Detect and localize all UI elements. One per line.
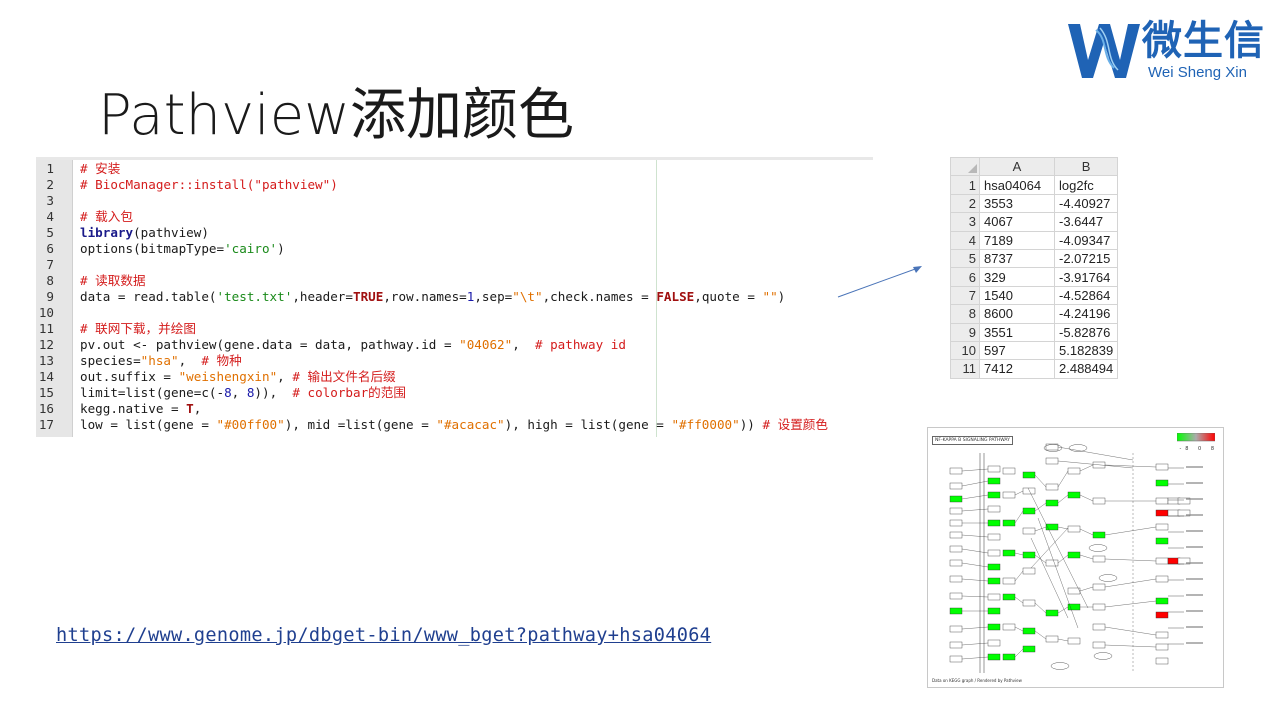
row-header[interactable]: 5	[950, 248, 980, 269]
code-line: 14 out.suffix = "weishengxin", # 输出文件名后缀	[38, 369, 396, 384]
code-line: 6 options(bitmapType='cairo')	[46, 241, 285, 256]
code-lines: 1 # 安装 2 # BiocManager::install("pathview"…	[36, 161, 873, 433]
row-header[interactable]: 2	[950, 193, 980, 214]
sheet-row: 6 329 -3.91764	[950, 267, 1119, 287]
cell-a[interactable]: 1540	[979, 285, 1055, 306]
kegg-pathway-link[interactable]: https://www.genome.jp/dbget-bin/www_bget…	[56, 625, 711, 646]
cell-b[interactable]: -4.09347	[1053, 230, 1119, 250]
code-line: 15 limit=list(gene=c(-8, 8)), # colorbar的…	[38, 385, 406, 400]
row-header[interactable]: 4	[950, 230, 980, 250]
cell-a[interactable]: 3551	[979, 322, 1055, 342]
cell-a[interactable]: 597	[979, 340, 1055, 361]
code-line: 9 data = read.table('test.txt',header=TRU…	[46, 289, 786, 304]
cell-b[interactable]: log2fc	[1053, 175, 1119, 195]
cell-b[interactable]: -5.82876	[1053, 322, 1119, 342]
code-line: 13 species="hsa", # 物种	[38, 353, 242, 368]
w-logo-icon	[1068, 24, 1140, 78]
code-line: 1 # 安装	[46, 161, 121, 176]
cell-b[interactable]: -3.91764	[1053, 267, 1119, 287]
code-editor: 1 # 安装 2 # BiocManager::install("pathview"…	[36, 157, 873, 437]
sheet-row: 8 8600 -4.24196	[950, 304, 1119, 324]
sheet-row: 5 8737 -2.07215	[950, 248, 1119, 269]
row-header[interactable]: 8	[950, 304, 980, 324]
row-header[interactable]: 6	[950, 267, 980, 287]
cell-b[interactable]: 2.488494	[1053, 359, 1119, 379]
arrow-to-table	[837, 266, 922, 298]
pathway-footer: Data on KEGG graph / Rendered by Pathvie…	[932, 678, 1022, 683]
pathway-diagram-image: NF-KAPPA B SIGNALING PATHWAY -8 0 8 Data…	[927, 427, 1224, 688]
cell-a[interactable]: 7189	[979, 230, 1055, 250]
code-line: 7	[46, 257, 54, 272]
code-line: 12 pv.out <- pathview(gene.data = data, p…	[38, 337, 626, 352]
spreadsheet-table: A B 1 hsa04064 log2fc 2 3553 -4.40927 3 4067 -3.…	[950, 156, 1119, 379]
cell-b[interactable]: -4.52864	[1053, 285, 1119, 306]
sheet-row: 10 597 5.182839	[950, 340, 1119, 361]
code-line: 4 # 载入包	[46, 209, 133, 224]
row-header[interactable]: 9	[950, 322, 980, 342]
slide-title: Pathview添加颜色	[98, 83, 574, 148]
row-header[interactable]: 3	[950, 212, 980, 232]
code-line: 8 # 读取数据	[46, 273, 146, 288]
row-header[interactable]: 10	[950, 340, 980, 361]
cell-a[interactable]: 4067	[979, 212, 1055, 232]
cell-a[interactable]: 3553	[979, 193, 1055, 214]
pathway-network	[949, 443, 1203, 673]
sheet-row: 3 4067 -3.6447	[950, 212, 1119, 232]
column-header-a[interactable]: A	[979, 156, 1055, 177]
sheet-row: 1 hsa04064 log2fc	[950, 175, 1119, 195]
cell-a[interactable]: 7412	[979, 359, 1055, 379]
sheet-row: 7 1540 -4.52864	[950, 285, 1119, 306]
code-line: 2 # BiocManager::install("pathview")	[46, 177, 338, 192]
weishengxin-logo: 微生信 Wei Sheng Xin	[1066, 18, 1272, 84]
sheet-header-row: A B	[950, 156, 1119, 177]
cell-a[interactable]: 8737	[979, 248, 1055, 269]
cell-b[interactable]: -4.24196	[1053, 304, 1119, 324]
cell-b[interactable]: 5.182839	[1053, 340, 1119, 361]
code-line: 3	[46, 193, 54, 208]
code-line: 10	[38, 305, 54, 320]
logo-english-text: Wei Sheng Xin	[1148, 64, 1247, 81]
code-line: 11 # 联网下载，并绘图	[38, 321, 196, 336]
cell-b[interactable]: -3.6447	[1053, 212, 1119, 232]
column-header-b[interactable]: B	[1053, 156, 1119, 177]
cell-a[interactable]: hsa04064	[979, 175, 1055, 195]
cell-a[interactable]: 329	[979, 267, 1055, 287]
select-all-corner[interactable]	[950, 156, 980, 177]
code-line: 5 library(pathview)	[46, 225, 209, 240]
code-line: 16 kegg.native = T,	[38, 401, 202, 416]
sheet-row: 4 7189 -4.09347	[950, 230, 1119, 250]
sheet-row: 2 3553 -4.40927	[950, 193, 1119, 214]
code-line: 17 low = list(gene = "#00ff00"), mid =lis…	[38, 417, 828, 432]
cell-a[interactable]: 8600	[979, 304, 1055, 324]
sheet-row: 9 3551 -5.82876	[950, 322, 1119, 342]
row-header[interactable]: 1	[950, 175, 980, 195]
cell-b[interactable]: -4.40927	[1053, 193, 1119, 214]
logo-chinese-text: 微生信	[1142, 18, 1265, 64]
row-header[interactable]: 11	[950, 359, 980, 379]
row-header[interactable]: 7	[950, 285, 980, 306]
sheet-row: 11 7412 2.488494	[950, 359, 1119, 379]
cell-b[interactable]: -2.07215	[1053, 248, 1119, 269]
